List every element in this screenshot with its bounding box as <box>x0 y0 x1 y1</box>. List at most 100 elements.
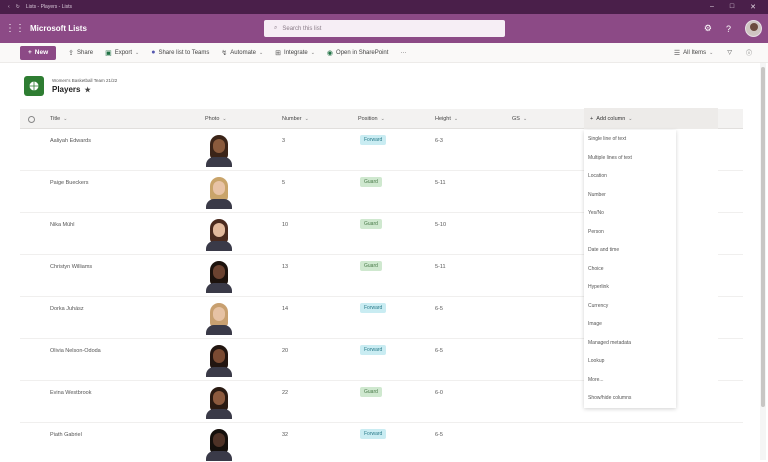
player-photo <box>202 217 236 251</box>
filter-icon[interactable]: ▽ <box>727 49 732 56</box>
export-button[interactable]: ▣ Export ⌄ <box>105 49 139 57</box>
cell-number: 32 <box>282 432 289 438</box>
photo-jersey <box>206 409 232 419</box>
cell-title[interactable]: Christyn Williams <box>50 264 92 270</box>
menu-item-single-line-text[interactable]: Single line of text <box>584 130 676 149</box>
back-icon[interactable]: ‹ <box>8 4 10 10</box>
vertical-scrollbar[interactable] <box>760 63 766 460</box>
window-title: Lists - Players - Lists <box>25 4 72 10</box>
close-button[interactable]: ✕ <box>750 3 756 11</box>
maximize-button[interactable]: □ <box>730 3 734 11</box>
player-photo <box>202 343 236 377</box>
automate-button[interactable]: ↯ Automate ⌄ <box>221 49 263 57</box>
photo-face <box>213 265 225 279</box>
photo-face <box>213 349 225 363</box>
select-all-checkbox[interactable] <box>28 109 35 129</box>
list-heading: Women's Basketball Team 21/22 Players ★ <box>52 78 117 94</box>
avatar[interactable] <box>745 20 762 37</box>
cell-number: 20 <box>282 348 289 354</box>
photo-jersey <box>206 451 232 461</box>
photo-face <box>213 307 225 321</box>
new-button[interactable]: + New <box>20 45 57 60</box>
list-view-icon: ☰ <box>673 49 681 57</box>
chevron-down-icon: ⌄ <box>304 116 309 122</box>
menu-item-multiple-lines-text[interactable]: Multiple lines of text <box>584 149 676 168</box>
position-badge: Forward <box>360 345 387 355</box>
search-input[interactable]: ⌕ Search this list <box>264 20 505 37</box>
menu-item-show-hide-columns[interactable]: Show/hide columns <box>584 389 676 408</box>
add-column-dropdown: + Add column ⌄ Single line of text Multi… <box>584 108 718 410</box>
column-title-label: Title <box>50 116 61 122</box>
scrollbar-thumb[interactable] <box>761 67 765 407</box>
player-photo <box>202 175 236 209</box>
cell-title[interactable]: Dorka Juhász <box>50 306 84 312</box>
cell-title[interactable]: Olivia Nelson-Ododa <box>50 348 101 354</box>
minimize-button[interactable]: – <box>710 3 714 11</box>
list-title-text: Players <box>52 85 81 94</box>
view-controls: ☰ All Items ⌄ ▽ ⓘ <box>674 48 768 58</box>
column-header-photo[interactable]: Photo ⌄ <box>205 109 227 129</box>
photo-face <box>213 433 225 447</box>
chevron-down-icon: ⌄ <box>709 49 714 56</box>
share-teams-button[interactable]: ● Share list to Teams <box>151 49 209 56</box>
menu-item-date-time[interactable]: Date and time <box>584 241 676 260</box>
chevron-down-icon: ⌄ <box>63 116 68 122</box>
position-badge: Forward <box>360 303 387 313</box>
column-photo-label: Photo <box>205 116 220 122</box>
column-header-height[interactable]: Height ⌄ <box>435 109 458 129</box>
menu-item-choice[interactable]: Choice <box>584 260 676 279</box>
info-icon[interactable]: ⓘ <box>746 48 752 57</box>
page-title: Players ★ <box>52 85 117 94</box>
excel-icon: ▣ <box>105 49 112 57</box>
menu-item-lookup[interactable]: Lookup <box>584 352 676 371</box>
menu-item-managed-metadata[interactable]: Managed metadata <box>584 334 676 353</box>
chevron-down-icon: ⌄ <box>222 116 227 122</box>
list-subtitle: Women's Basketball Team 21/22 <box>52 78 118 83</box>
menu-item-more[interactable]: More... <box>584 371 676 390</box>
cell-number: 14 <box>282 306 289 312</box>
cell-title[interactable]: Aaliyah Edwards <box>50 138 91 144</box>
open-sharepoint-button[interactable]: ◉ Open in SharePoint <box>327 49 388 57</box>
search-placeholder: Search this list <box>282 25 322 32</box>
menu-item-currency[interactable]: Currency <box>584 297 676 316</box>
more-commands-button[interactable]: ··· <box>400 50 406 56</box>
player-photo <box>202 259 236 293</box>
column-header-gs[interactable]: GS ⌄ <box>512 109 527 129</box>
view-switcher[interactable]: ☰ All Items ⌄ <box>674 49 714 57</box>
cell-number: 10 <box>282 222 289 228</box>
integrate-button[interactable]: ⊞ Integrate ⌄ <box>275 49 315 57</box>
plus-icon: + <box>28 49 32 56</box>
column-header-position[interactable]: Position ⌄ <box>358 109 385 129</box>
integrate-label: Integrate <box>284 49 308 56</box>
column-number-label: Number <box>282 116 302 122</box>
cell-height: 5-10 <box>435 222 447 228</box>
table-row[interactable]: Piath Gabriel 32 Forward 6-5 <box>20 423 743 462</box>
cell-title[interactable]: Piath Gabriel <box>50 432 82 438</box>
menu-item-person[interactable]: Person <box>584 223 676 242</box>
column-header-title[interactable]: Title ⌄ <box>50 109 67 129</box>
cell-height: 6-5 <box>435 348 443 354</box>
add-column-button[interactable]: + Add column ⌄ <box>584 108 718 129</box>
settings-icon[interactable]: ⚙ <box>704 23 712 34</box>
photo-jersey <box>206 157 232 167</box>
app-name[interactable]: Microsoft Lists <box>30 24 87 33</box>
favorite-star-icon[interactable]: ★ <box>84 86 90 94</box>
menu-item-image[interactable]: Image <box>584 315 676 334</box>
cell-title[interactable]: Nika Mühl <box>50 222 74 228</box>
help-icon[interactable]: ? <box>726 24 731 34</box>
menu-item-location[interactable]: Location <box>584 167 676 186</box>
position-badge: Guard <box>360 177 382 187</box>
position-badge: Forward <box>360 135 387 145</box>
cell-title[interactable]: Evina Westbrook <box>50 390 91 396</box>
photo-jersey <box>206 199 232 209</box>
integrate-icon: ⊞ <box>275 49 282 57</box>
column-header-number[interactable]: Number ⌄ <box>282 109 309 129</box>
menu-item-hyperlink[interactable]: Hyperlink <box>584 278 676 297</box>
more-icon: ··· <box>400 49 407 56</box>
app-launcher-icon[interactable]: ⋮⋮ <box>0 23 30 34</box>
menu-item-number[interactable]: Number <box>584 186 676 205</box>
menu-item-yes-no[interactable]: Yes/No <box>584 204 676 223</box>
refresh-icon[interactable]: ↻ <box>16 4 20 10</box>
cell-title[interactable]: Paige Bueckers <box>50 180 89 186</box>
share-button[interactable]: ⇪ Share <box>68 49 93 57</box>
